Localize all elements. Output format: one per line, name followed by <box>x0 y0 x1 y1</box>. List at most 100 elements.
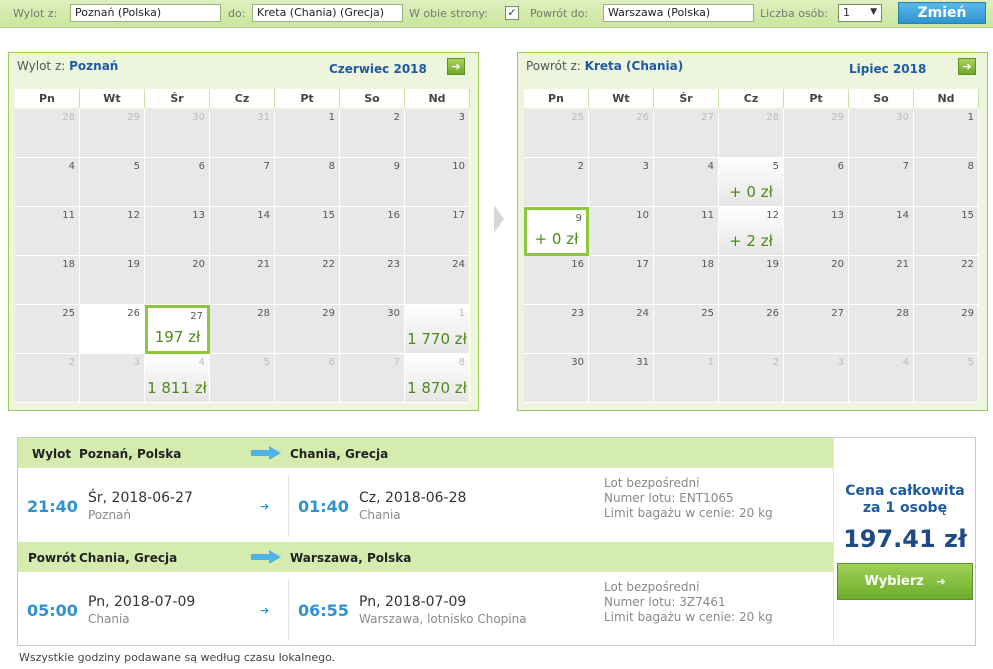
calendar-day[interactable]: 27 197 zł <box>145 305 210 354</box>
calendar-day: 24 <box>589 305 654 354</box>
calendar-day: 27 <box>784 305 849 354</box>
calendar-day: 28 <box>719 109 784 158</box>
weekday-header: Śr <box>145 89 210 108</box>
day-number: 18 <box>701 259 714 270</box>
day-number: 7 <box>902 161 909 172</box>
calendar-day[interactable]: 8 1 870 zł <box>405 354 470 403</box>
price-label: Cena całkowita za 1 osobę <box>834 483 976 517</box>
day-number: 30 <box>192 112 205 123</box>
calendar-day: 14 <box>210 207 275 256</box>
weekday-header: Pn <box>15 89 80 108</box>
arrival-time: 01:40 <box>298 497 349 516</box>
day-number: 3 <box>133 357 140 368</box>
day-number: 27 <box>701 112 714 123</box>
day-number: 7 <box>263 161 270 172</box>
day-number: 19 <box>766 259 779 270</box>
calendar-day: 25 <box>524 109 589 158</box>
calendar-day[interactable]: 1 1 770 zł <box>405 305 470 354</box>
day-number: 2 <box>577 161 584 172</box>
calendar-day: 28 <box>210 305 275 354</box>
choose-button[interactable]: Wybierz ➔ <box>837 563 973 600</box>
day-number: 28 <box>896 308 909 319</box>
calendar-day[interactable]: 9 + 0 zł <box>524 207 589 256</box>
weekday-header: Cz <box>719 89 784 108</box>
round-trip-label: W obie strony: <box>409 7 488 20</box>
day-number: 2 <box>393 112 400 123</box>
day-number: 11 <box>62 210 75 221</box>
calendar-day: 17 <box>589 256 654 305</box>
calendar-day: 16 <box>524 256 589 305</box>
next-month-button[interactable]: ➔ <box>958 58 976 75</box>
outbound-details: 21:40 Śr, 2018-06-27 Poznań ➔ 01:40 Cz, … <box>18 469 833 543</box>
origin-city: Poznań <box>69 59 119 73</box>
outbound-calendar: Wylot z: Poznań Czerwiec 2018 ➔ Pn Wt Śr Cz… <box>8 52 479 411</box>
calendar-day: 9 <box>340 158 405 207</box>
calendar-day[interactable]: 5 + 0 zł <box>719 158 784 207</box>
day-number: 28 <box>257 308 270 319</box>
return-input[interactable]: Warszawa (Polska) <box>603 4 754 22</box>
day-number: 14 <box>257 210 270 221</box>
to-label: do: <box>228 7 246 20</box>
route-arrow-icon <box>251 446 281 460</box>
calendar-day: 2 <box>340 109 405 158</box>
calendar-day: 7 <box>340 354 405 403</box>
arrow-right-icon: ➔ <box>260 604 270 617</box>
departure-place: Chania <box>88 612 130 626</box>
calendar-day[interactable]: 12 + 2 zł <box>719 207 784 256</box>
day-number: 8 <box>458 357 465 368</box>
from-input[interactable]: Poznań (Polska) <box>70 4 221 22</box>
calendar-day: 29 <box>784 109 849 158</box>
calendar-day: 23 <box>524 305 589 354</box>
persons-select[interactable]: 1 ▼ <box>838 4 882 22</box>
calendar-day: 30 <box>340 305 405 354</box>
day-number: 15 <box>961 210 974 221</box>
round-trip-checkbox[interactable]: ✓ <box>505 6 519 20</box>
day-number: 21 <box>257 259 270 270</box>
calendar-day: 15 <box>914 207 979 256</box>
calendar-day: 10 <box>589 207 654 256</box>
day-number: 4 <box>902 357 909 368</box>
day-number: 1 <box>967 112 974 123</box>
to-input[interactable]: Kreta (Chania) (Grecja) <box>252 4 403 22</box>
day-number: 23 <box>387 259 400 270</box>
search-bar: Wylot z: Poznań (Polska) do: Kreta (Chan… <box>0 0 993 28</box>
segment-from: Chania, Grecja <box>79 551 178 565</box>
arrow-right-icon: ➔ <box>936 575 946 588</box>
calendar-day: 3 <box>80 354 145 403</box>
weekday-header: Pn <box>524 89 589 108</box>
month-title: Czerwiec 2018 <box>329 62 427 76</box>
day-number: 28 <box>62 112 75 123</box>
day-number: 26 <box>127 308 140 319</box>
chevron-right-icon <box>494 205 504 233</box>
change-button[interactable]: Zmień <box>898 2 986 24</box>
next-month-button[interactable]: ➔ <box>447 58 465 75</box>
day-number: 19 <box>127 259 140 270</box>
calendar-day: 5 <box>210 354 275 403</box>
day-number: 12 <box>766 210 779 221</box>
day-number: 6 <box>837 161 844 172</box>
price-box: Cena całkowita za 1 osobę 197.41 zł Wybi… <box>833 438 975 645</box>
day-number: 13 <box>192 210 205 221</box>
calendar-day: 14 <box>849 207 914 256</box>
calendar-day: 18 <box>15 256 80 305</box>
calendar-day: 2 <box>719 354 784 403</box>
day-number: 14 <box>896 210 909 221</box>
chevron-down-icon: ▼ <box>870 7 877 17</box>
calendar-day: 26 <box>80 305 145 354</box>
route-arrow-icon <box>251 550 281 564</box>
day-number: 26 <box>636 112 649 123</box>
calendar-day: 4 <box>849 354 914 403</box>
calendar-day: 6 <box>145 158 210 207</box>
day-number: 11 <box>701 210 714 221</box>
calendar-day[interactable]: 4 1 811 zł <box>145 354 210 403</box>
segment-label: Wylot <box>32 447 72 461</box>
price-label-line: Cena całkowita <box>845 483 965 499</box>
calendar-day: 16 <box>340 207 405 256</box>
flight-info: Lot bezpośredni Numer lotu: 3Z7461 Limit… <box>604 580 773 625</box>
calendar-day: 5 <box>914 354 979 403</box>
return-header: Powrót Chania, Grecja Warszawa, Polska <box>18 542 833 572</box>
calendar-day: 29 <box>275 305 340 354</box>
day-number: 16 <box>387 210 400 221</box>
weekday-header: So <box>849 89 914 108</box>
calendar-day: 17 <box>405 207 470 256</box>
